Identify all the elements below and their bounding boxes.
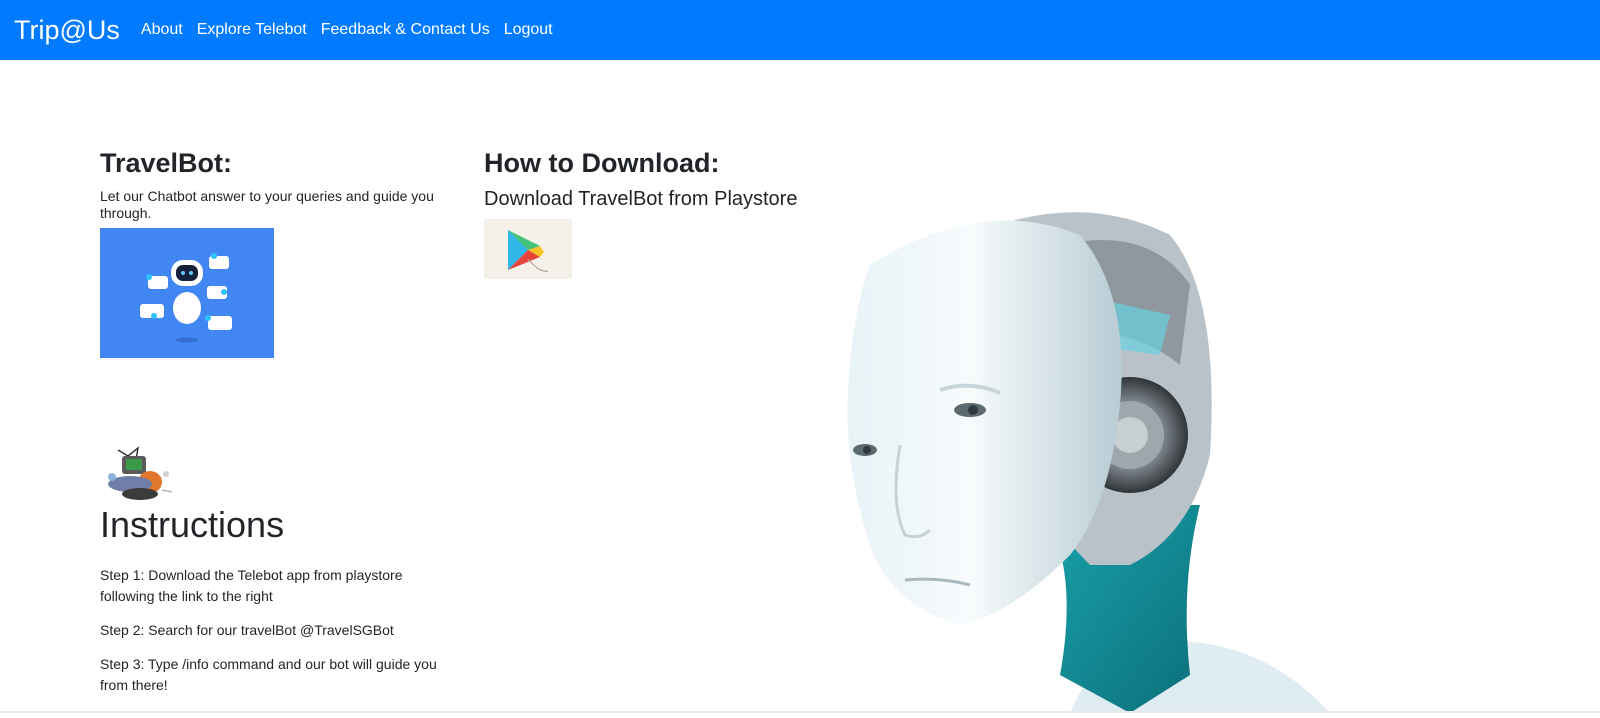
instruction-step-1: Step 1: Download the Telebot app from pl… xyxy=(100,567,403,604)
travelbot-title: TravelBot: xyxy=(100,148,233,178)
brand-logo[interactable]: Trip@Us xyxy=(14,16,120,44)
google-play-icon[interactable] xyxy=(484,219,572,279)
gamer-illustration xyxy=(100,444,184,506)
nav-link-logout[interactable]: Logout xyxy=(504,22,553,38)
download-title: How to Download: xyxy=(484,148,720,178)
nav-link-about[interactable]: About xyxy=(141,22,183,38)
top-navbar: Trip@Us About Explore Telebot Feedback &… xyxy=(0,0,1600,60)
instructions-title: Instructions xyxy=(100,504,285,545)
chatbot-robot-icon xyxy=(100,228,274,358)
nav-links: About Explore Telebot Feedback & Contact… xyxy=(134,22,553,38)
travelbot-description: Let our Chatbot answer to your queries a… xyxy=(100,188,434,221)
nav-link-explore-telebot[interactable]: Explore Telebot xyxy=(197,22,307,38)
instruction-step-3: Step 3: Type /info command and our bot w… xyxy=(100,656,437,693)
nav-link-feedback-contact[interactable]: Feedback & Contact Us xyxy=(321,22,490,38)
download-subtitle: Download TravelBot from Playstore xyxy=(484,188,798,210)
instruction-step-2: Step 2: Search for our travelBot @Travel… xyxy=(100,622,394,638)
humanoid-robot-illustration xyxy=(830,205,1370,713)
